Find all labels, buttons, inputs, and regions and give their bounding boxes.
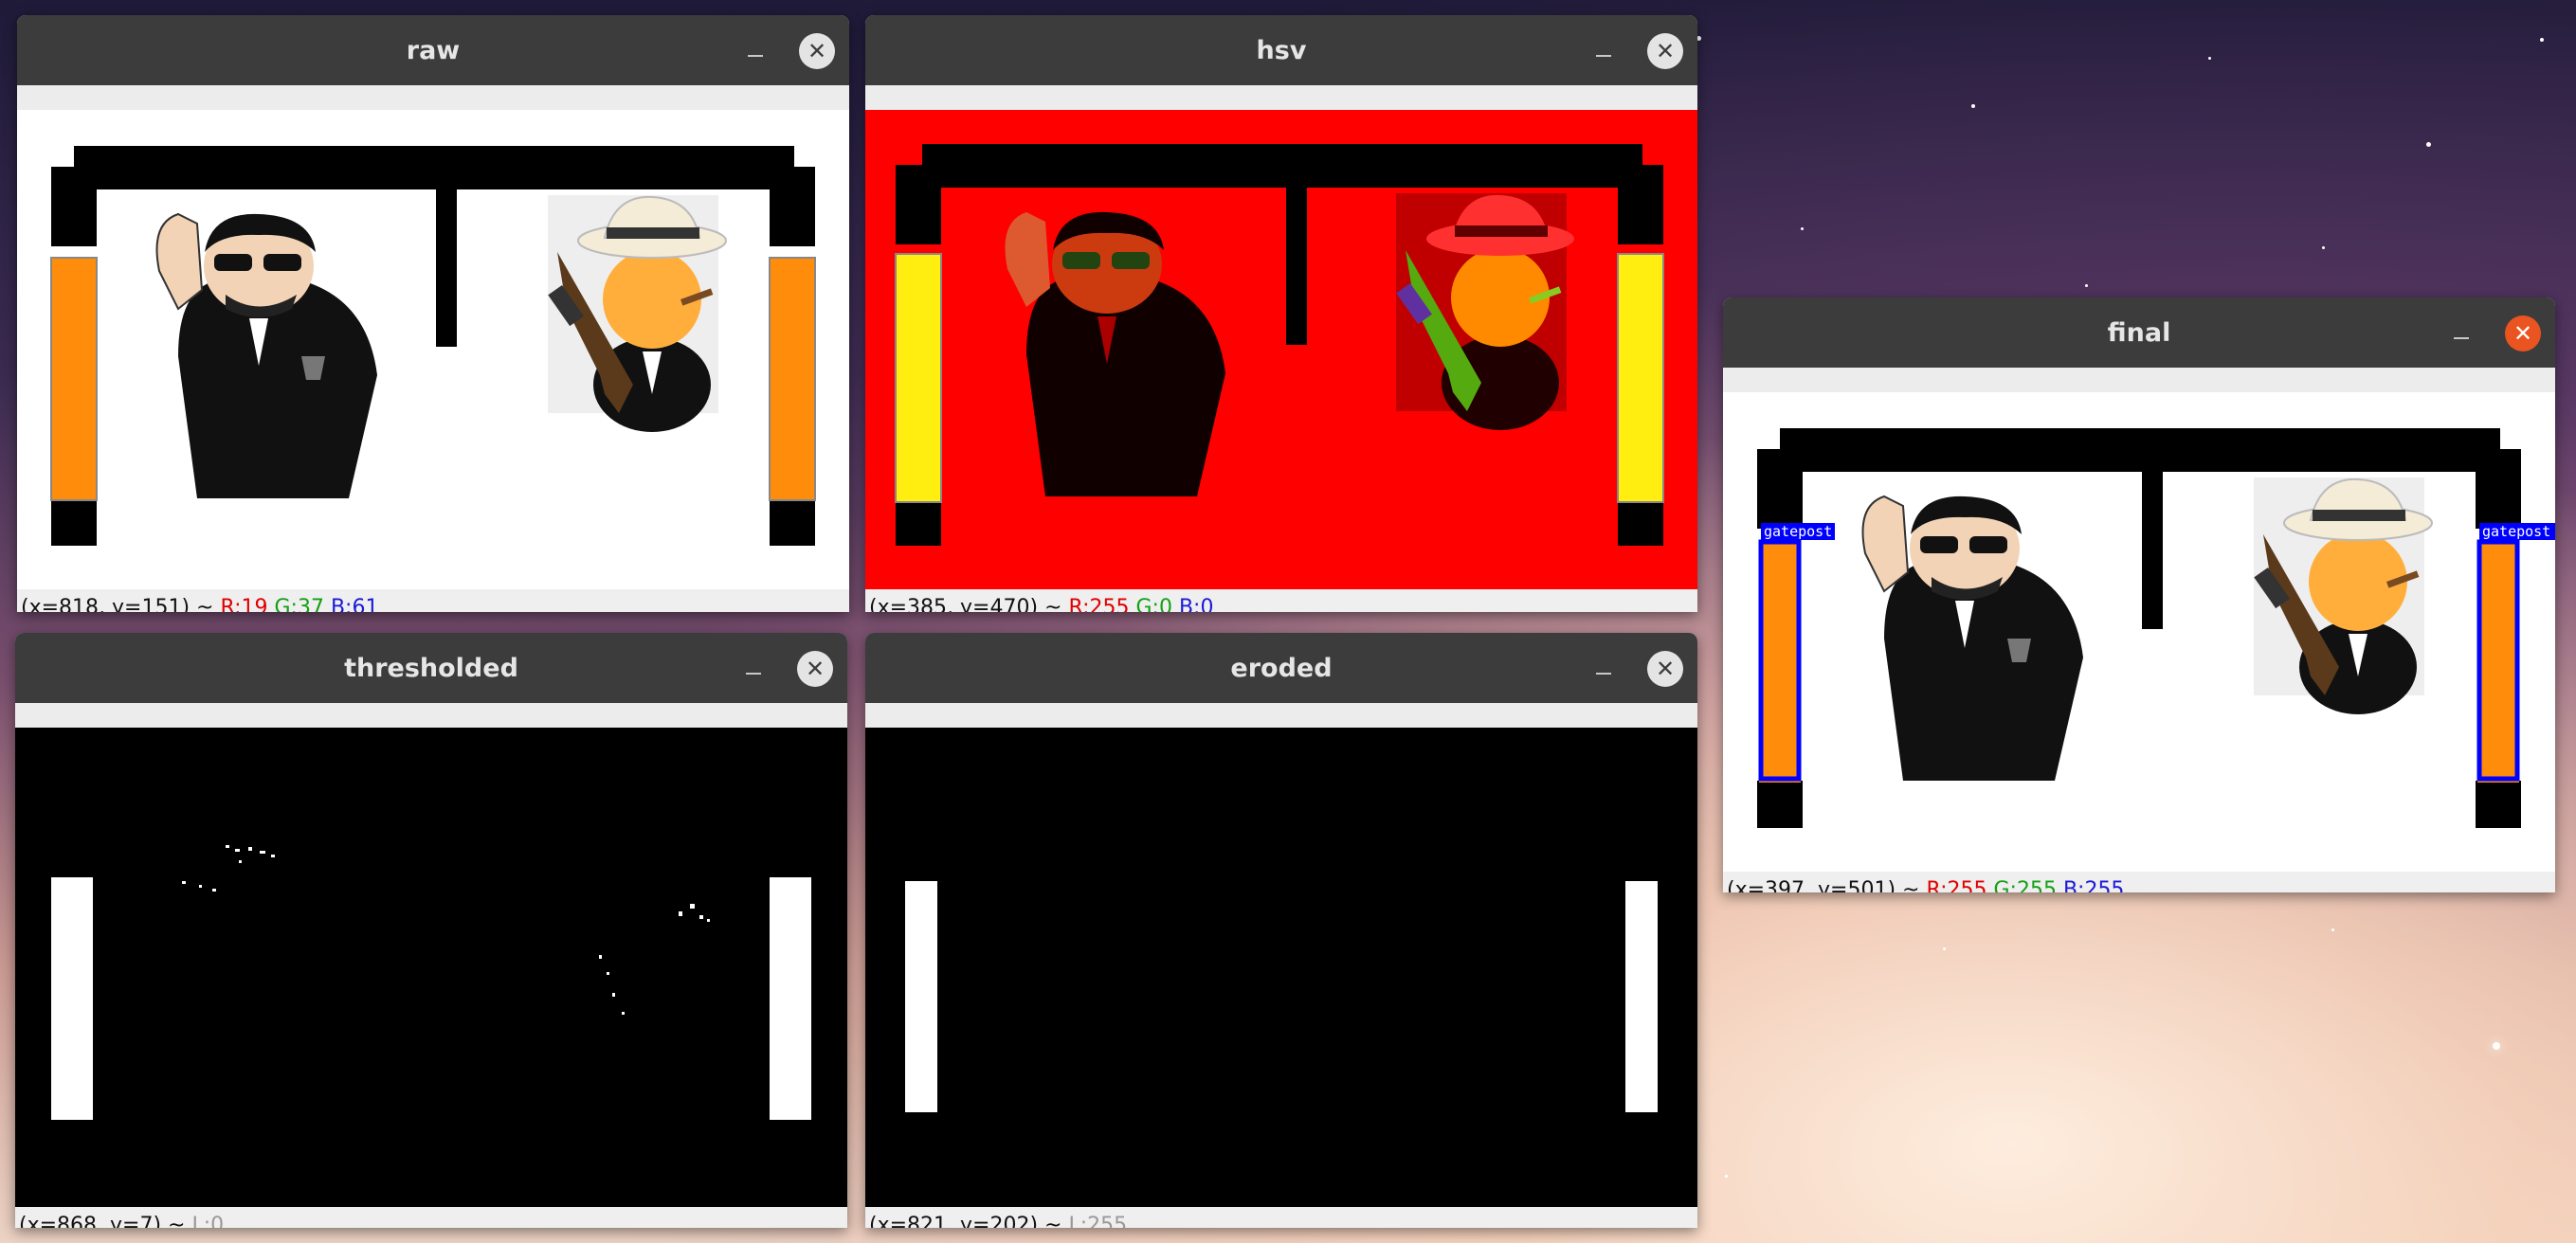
status-luminance: L:255 <box>1068 1214 1128 1228</box>
mask-post-right <box>1625 881 1658 1112</box>
close-icon[interactable]: ✕ <box>799 33 835 69</box>
title-bar[interactable]: raw <box>17 15 849 85</box>
image-canvas-eroded[interactable] <box>865 728 1697 1207</box>
status-coords: (x=818, y=151) ~ <box>21 596 214 612</box>
toolbar <box>15 703 847 728</box>
status-blue: B:0 <box>1178 596 1214 612</box>
gatepost-right <box>2477 540 2519 783</box>
toolbar <box>865 703 1697 728</box>
status-red: R:255 <box>1926 878 1987 892</box>
status-bar: (x=385, y=470) ~ R:255 G:0 B:0 <box>865 589 1697 612</box>
window-thresholded[interactable]: thresholded ✕ (x=868, y=7) ~ L:0 <box>15 633 847 1228</box>
detection-label-right: gatepost <box>2482 523 2550 540</box>
gatepost-left <box>50 257 98 501</box>
gatepost-right <box>769 257 816 501</box>
toolbar <box>17 85 849 110</box>
status-red: R:255 <box>1068 596 1130 612</box>
window-hsv[interactable]: hsv ✕ (x=385, y=470) ~ R:255 G:0 B:0 <box>865 15 1697 612</box>
status-red: R:19 <box>220 596 268 612</box>
minimize-icon[interactable] <box>735 651 771 687</box>
minimize-icon[interactable] <box>737 33 773 69</box>
status-bar: (x=397, y=501) ~ R:255 G:255 B:255 <box>1723 872 2555 892</box>
status-coords: (x=868, y=7) ~ <box>19 1214 186 1228</box>
raw-image <box>17 110 849 589</box>
status-bar: (x=868, y=7) ~ L:0 <box>15 1207 847 1228</box>
toolbar <box>865 85 1697 110</box>
status-bar: (x=818, y=151) ~ R:19 G:37 B:61 <box>17 589 849 612</box>
window-title: final <box>2107 317 2171 348</box>
toolbar <box>1723 368 2555 392</box>
status-luminance: L:0 <box>191 1214 225 1228</box>
final-image: gatepost gatepost <box>1723 392 2555 872</box>
close-icon[interactable]: ✕ <box>2505 315 2541 351</box>
status-green: G:37 <box>274 596 324 612</box>
gatepost-left <box>1759 540 1801 783</box>
status-blue: B:255 <box>2062 878 2125 892</box>
title-bar[interactable]: hsv <box>865 15 1697 85</box>
mask-post-left <box>51 877 93 1120</box>
window-final[interactable]: final ✕ gatepost gatepost (x=397, y=501)… <box>1723 297 2555 892</box>
gatepost-left <box>895 253 942 503</box>
minimize-icon[interactable] <box>1586 33 1622 69</box>
mask-post-right <box>770 877 811 1120</box>
window-title: eroded <box>1230 653 1333 683</box>
gangster-figure <box>1396 193 1574 430</box>
window-title: raw <box>406 35 461 65</box>
status-green: G:255 <box>1993 878 2057 892</box>
status-coords: (x=397, y=501) ~ <box>1727 878 1920 892</box>
detection-label-left: gatepost <box>1764 523 1832 540</box>
gangster-figure <box>2254 477 2433 714</box>
window-title: hsv <box>1256 35 1307 65</box>
title-bar[interactable]: eroded <box>865 633 1697 703</box>
title-bar[interactable]: final <box>1723 297 2555 368</box>
window-title: thresholded <box>344 653 518 683</box>
close-icon[interactable]: ✕ <box>1647 33 1683 69</box>
hsv-image <box>865 110 1697 589</box>
thresholded-image <box>15 728 847 1207</box>
eroded-image <box>865 728 1697 1207</box>
image-canvas-thresholded[interactable] <box>15 728 847 1207</box>
minimize-icon[interactable] <box>1586 651 1622 687</box>
status-coords: (x=821, y=202) ~ <box>869 1214 1062 1228</box>
status-coords: (x=385, y=470) ~ <box>869 596 1062 612</box>
image-canvas-hsv[interactable] <box>865 110 1697 589</box>
gangster-figure <box>548 195 727 432</box>
close-icon[interactable]: ✕ <box>797 651 833 687</box>
mask-post-left <box>905 881 937 1112</box>
title-bar[interactable]: thresholded <box>15 633 847 703</box>
window-eroded[interactable]: eroded ✕ (x=821, y=202) ~ L:255 <box>865 633 1697 1228</box>
close-icon[interactable]: ✕ <box>1647 651 1683 687</box>
image-canvas-final[interactable]: gatepost gatepost <box>1723 392 2555 872</box>
minimize-icon[interactable] <box>2443 315 2479 351</box>
gatepost-right <box>1617 253 1664 503</box>
status-bar: (x=821, y=202) ~ L:255 <box>865 1207 1697 1228</box>
status-green: G:0 <box>1135 596 1172 612</box>
window-raw[interactable]: raw ✕ (x=818, y=151) ~ R:19 G:37 B:61 <box>17 15 849 612</box>
status-blue: B:61 <box>330 596 379 612</box>
image-canvas-raw[interactable] <box>17 110 849 589</box>
